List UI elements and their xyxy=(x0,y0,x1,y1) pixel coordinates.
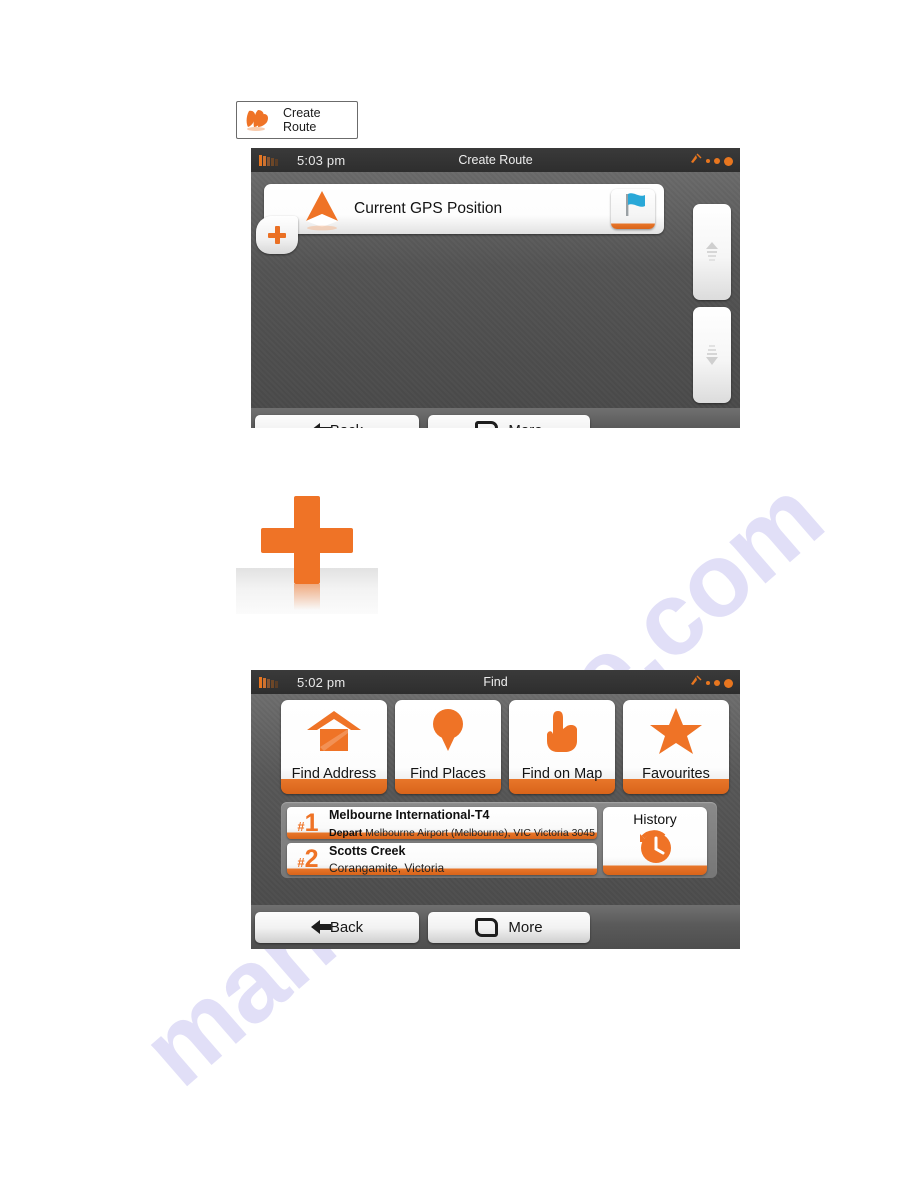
status-dot-medium xyxy=(714,158,720,164)
tile-label: Find Places xyxy=(410,766,486,782)
back-button-label: Back xyxy=(329,918,364,936)
back-button[interactable]: Back xyxy=(255,414,419,429)
route-waypoint-row[interactable]: Current GPS Position xyxy=(264,184,664,234)
satellite-icon xyxy=(689,674,702,692)
arrow-left-icon xyxy=(310,423,331,428)
history-row-title: Scotts Creek xyxy=(329,843,406,858)
more-button-label: More xyxy=(508,422,542,429)
more-button[interactable]: More xyxy=(428,911,590,943)
scroll-up-icon xyxy=(706,242,718,261)
tile-label: Find Address xyxy=(291,766,377,782)
status-dot-large xyxy=(724,156,733,166)
satellite-icon xyxy=(689,152,702,170)
plus-icon-vertical-bar xyxy=(294,496,320,584)
find-tiles: Find Address Find Places Find on Map Fav… xyxy=(281,700,729,794)
history-row-rank: # 2 xyxy=(287,844,329,873)
find-body: Find Address Find Places Find on Map Fav… xyxy=(251,694,740,905)
plus-icon xyxy=(267,225,287,245)
create-route-icon xyxy=(243,107,277,133)
status-indicators xyxy=(689,674,733,692)
tile-find-places[interactable]: Find Places xyxy=(395,700,501,794)
history-button-label: History xyxy=(633,811,677,827)
device-screen-find: 5:02 pm Find Find Address Find Places Fi… xyxy=(251,670,740,949)
history-row[interactable]: # 2 Scotts Creek Corangamite, Victoria xyxy=(287,843,597,875)
device-screen-create-route: 5:03 pm Create Route Current GPS Positio… xyxy=(251,148,740,428)
back-button[interactable]: Back xyxy=(255,911,419,943)
history-row-subtitle: Depart Melbourne Airport (Melbourne), VI… xyxy=(329,827,595,839)
history-row-subtitle: Corangamite, Victoria xyxy=(329,861,445,875)
rank-number: 1 xyxy=(304,808,319,837)
history-row-depart-label: Depart xyxy=(329,827,363,839)
more-icon xyxy=(475,917,499,937)
status-indicators xyxy=(689,152,733,170)
plus-icon-large-figure xyxy=(236,492,378,614)
tile-label: Favourites xyxy=(642,766,710,782)
create-route-button[interactable]: Create Route xyxy=(236,101,358,139)
titlebar-find: 5:02 pm Find xyxy=(251,670,740,694)
create-route-body: Current GPS Position xyxy=(251,172,740,408)
star-icon xyxy=(623,706,729,756)
history-row-address: Melbourne Airport (Melbourne), VIC Victo… xyxy=(362,827,595,839)
more-icon xyxy=(475,420,499,428)
status-dot-large xyxy=(724,678,733,688)
hash-symbol: # xyxy=(297,854,305,870)
scroll-down-button[interactable] xyxy=(693,307,731,403)
map-pin-icon xyxy=(395,706,501,756)
history-row-title: Melbourne International-T4 xyxy=(329,807,490,822)
history-clock-icon xyxy=(603,827,707,867)
history-row[interactable]: # 1 Melbourne International-T4 Depart Me… xyxy=(287,807,597,839)
tile-find-on-map[interactable]: Find on Map xyxy=(509,700,615,794)
tile-favourites[interactable]: Favourites xyxy=(623,700,729,794)
screen-title: Find xyxy=(483,675,508,689)
flag-icon[interactable] xyxy=(611,189,655,229)
history-list-panel: # 1 Melbourne International-T4 Depart Me… xyxy=(281,802,717,878)
bottom-bar-find: Back More xyxy=(251,905,740,949)
history-row-text: Melbourne International-T4 Depart Melbou… xyxy=(329,806,597,841)
back-button-label: Back xyxy=(330,422,363,429)
rank-number: 2 xyxy=(304,844,319,873)
titlebar-create-route: 5:03 pm Create Route xyxy=(251,148,740,172)
arrow-left-icon xyxy=(310,920,331,934)
route-waypoint-label: Current GPS Position xyxy=(354,200,503,217)
scroll-up-button[interactable] xyxy=(693,204,731,300)
hash-symbol: # xyxy=(297,818,305,834)
tile-find-address[interactable]: Find Address xyxy=(281,700,387,794)
tile-label: Find on Map xyxy=(521,766,603,782)
create-route-button-label: Create Route xyxy=(283,106,321,134)
status-dot-small xyxy=(706,681,710,685)
gps-arrow-icon xyxy=(296,187,348,231)
history-row-rank: # 1 xyxy=(287,808,329,837)
more-button[interactable]: More xyxy=(428,414,590,429)
history-row-text: Scotts Creek Corangamite, Victoria xyxy=(329,842,597,877)
add-waypoint-button[interactable] xyxy=(256,216,298,254)
bottom-bar-create-route: Back More xyxy=(251,408,740,428)
status-dot-small xyxy=(706,159,710,163)
plus-icon-reflection xyxy=(294,584,320,610)
history-row-address: Corangamite, Victoria xyxy=(329,861,445,875)
status-dot-medium xyxy=(714,680,720,686)
pointing-hand-icon xyxy=(509,706,615,756)
screen-title: Create Route xyxy=(458,153,533,167)
more-button-label: More xyxy=(508,918,543,936)
scroll-down-icon xyxy=(706,345,718,365)
history-button[interactable]: History xyxy=(603,807,707,875)
house-icon xyxy=(281,706,387,756)
